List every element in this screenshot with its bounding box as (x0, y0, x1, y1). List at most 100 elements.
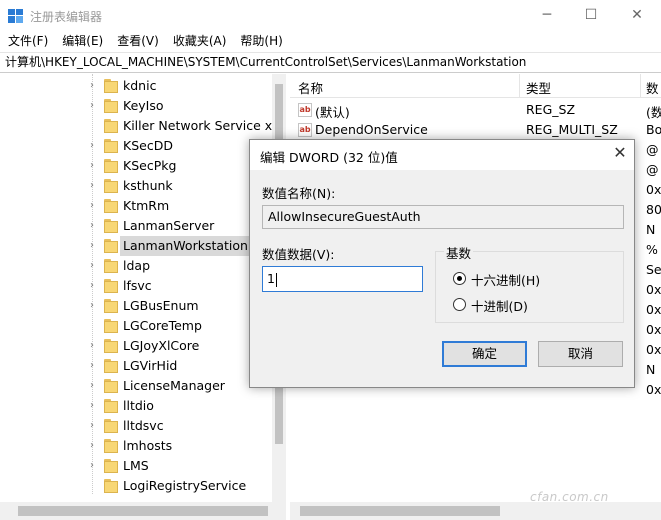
chevron-right-icon[interactable]: › (90, 341, 98, 351)
tree-item[interactable]: › lltdio (0, 396, 285, 416)
tree-item[interactable]: › LMS (0, 456, 285, 476)
radio-hex[interactable] (453, 272, 466, 285)
value-data: % (646, 242, 658, 257)
tree-item[interactable]: › LGVirHid (0, 356, 285, 376)
tree-item-label: ksthunk (123, 178, 173, 193)
title-bar: 注册表编辑器 ─ ☐ ✕ (0, 0, 661, 32)
value-name-label: 数值名称(N): (262, 186, 336, 201)
chevron-right-icon[interactable]: › (90, 381, 98, 391)
column-divider[interactable] (640, 74, 641, 98)
cancel-button[interactable]: 取消 (538, 341, 623, 367)
tree-item[interactable]: › ldap (0, 256, 285, 276)
chevron-right-icon[interactable]: › (90, 221, 98, 231)
value-data: Se (646, 262, 661, 277)
tree-item[interactable]: › LanmanServer (0, 216, 285, 236)
tree-item[interactable]: › LGBusEnum (0, 296, 285, 316)
maximize-button[interactable]: ☐ (568, 0, 614, 30)
tree-item[interactable]: › KSecDD (0, 136, 285, 156)
column-divider[interactable] (519, 74, 520, 98)
chevron-right-icon[interactable]: › (90, 441, 98, 451)
menu-help[interactable]: 帮助(H) (232, 31, 282, 51)
tree-item-label: kdnic (123, 78, 157, 93)
base-group-title: 基数 (444, 243, 474, 262)
tree-item[interactable]: LogiRegistryService (0, 476, 285, 494)
dialog-close-button[interactable]: ✕ (610, 143, 630, 163)
chevron-right-icon[interactable]: › (90, 241, 98, 251)
folder-icon (104, 359, 118, 373)
tree-item-label: lltdsvc (123, 418, 164, 433)
folder-icon (104, 79, 118, 93)
chevron-right-icon[interactable]: › (90, 281, 98, 291)
radio-decimal-label[interactable]: 十进制(D) (471, 296, 528, 315)
folder-icon (104, 419, 118, 433)
chevron-right-icon[interactable]: › (90, 201, 98, 211)
column-data-header[interactable]: 数 (646, 78, 659, 97)
chevron-right-icon[interactable]: › (90, 461, 98, 471)
tree-item-label: LGCoreTemp (123, 318, 202, 333)
dialog-title: 编辑 DWORD (32 位)值 (260, 150, 398, 165)
value-data-label: 数值数据(V): (262, 247, 335, 262)
tree-item[interactable]: › KSecPkg (0, 156, 285, 176)
folder-icon (104, 99, 118, 113)
tree-horizontal-scrollbar[interactable] (0, 502, 286, 520)
value-data: N (646, 222, 656, 237)
address-bar[interactable]: 计算机\HKEY_LOCAL_MACHINE\SYSTEM\CurrentCon… (0, 52, 661, 73)
minimize-button[interactable]: ─ (524, 0, 570, 30)
tree-item[interactable]: › KeyIso (0, 96, 285, 116)
chevron-right-icon[interactable]: › (90, 181, 98, 191)
chevron-right-icon[interactable]: › (90, 361, 98, 371)
dialog-body: 数值名称(N): AllowInsecureGuestAuth 数值数据(V):… (250, 170, 634, 387)
tree-item[interactable]: › LanmanWorkstation (0, 236, 285, 256)
menu-favorites[interactable]: 收藏夹(A) (165, 31, 227, 51)
tree-item[interactable]: › LicenseManager (0, 376, 285, 396)
chevron-right-icon[interactable]: › (90, 161, 98, 171)
tree-item[interactable]: › lmhosts (0, 436, 285, 456)
menu-file[interactable]: 文件(F) (0, 31, 48, 51)
column-type-header[interactable]: 类型 (526, 78, 551, 97)
value-row[interactable]: ab DependOnService REG_MULTI_SZ Bo (290, 120, 661, 140)
tree-item[interactable]: › lfsvc (0, 276, 285, 296)
tree-item[interactable]: › kdnic (0, 76, 285, 96)
string-value-icon: ab (298, 123, 312, 137)
tree-item-label: lltdio (123, 398, 154, 413)
window-title: 注册表编辑器 (30, 10, 103, 24)
folder-icon (104, 159, 118, 173)
tree-item-label: lmhosts (123, 438, 173, 453)
menu-edit[interactable]: 编辑(E) (54, 31, 103, 51)
chevron-right-icon[interactable]: › (90, 81, 98, 91)
folder-icon (104, 199, 118, 213)
chevron-right-icon[interactable]: › (90, 261, 98, 271)
chevron-right-icon[interactable]: › (90, 301, 98, 311)
value-data: @ (646, 162, 659, 177)
tree-item-label: LGJoyXlCore (123, 338, 200, 353)
folder-icon (104, 219, 118, 233)
tree-item[interactable]: › KtmRm (0, 196, 285, 216)
radio-hex-label[interactable]: 十六进制(H) (471, 270, 540, 289)
tree-item[interactable]: LGCoreTemp (0, 316, 285, 336)
scroll-thumb[interactable] (18, 506, 268, 516)
tree-item[interactable]: › LGJoyXlCore (0, 336, 285, 356)
value-type: REG_SZ (526, 102, 576, 117)
close-window-button[interactable]: ✕ (614, 0, 660, 30)
radio-decimal[interactable] (453, 298, 466, 311)
chevron-right-icon[interactable]: › (90, 141, 98, 151)
tree-item-label: LanmanServer (123, 218, 215, 233)
ok-button[interactable]: 确定 (442, 341, 527, 367)
tree-item[interactable]: Killer Network Service x64 (0, 116, 285, 136)
tree-item[interactable]: › lltdsvc (0, 416, 285, 436)
watermark: cfan.com.cn (530, 490, 609, 504)
value-data-text: 1 (267, 271, 275, 286)
chevron-right-icon[interactable]: › (90, 101, 98, 111)
chevron-right-icon[interactable]: › (90, 421, 98, 431)
value-data: 0x (646, 322, 661, 337)
tree-item[interactable]: › ksthunk (0, 176, 285, 196)
scroll-thumb[interactable] (300, 506, 500, 516)
column-name-header[interactable]: 名称 (298, 78, 323, 97)
chevron-right-icon[interactable]: › (90, 401, 98, 411)
value-row[interactable]: ab (默认) REG_SZ (数 (290, 100, 661, 120)
menu-view[interactable]: 查看(V) (109, 31, 159, 51)
value-data: 0x (646, 282, 661, 297)
value-data: (数 (646, 105, 661, 120)
value-data-input[interactable]: 1 (262, 266, 423, 292)
list-horizontal-scrollbar[interactable] (290, 502, 661, 520)
